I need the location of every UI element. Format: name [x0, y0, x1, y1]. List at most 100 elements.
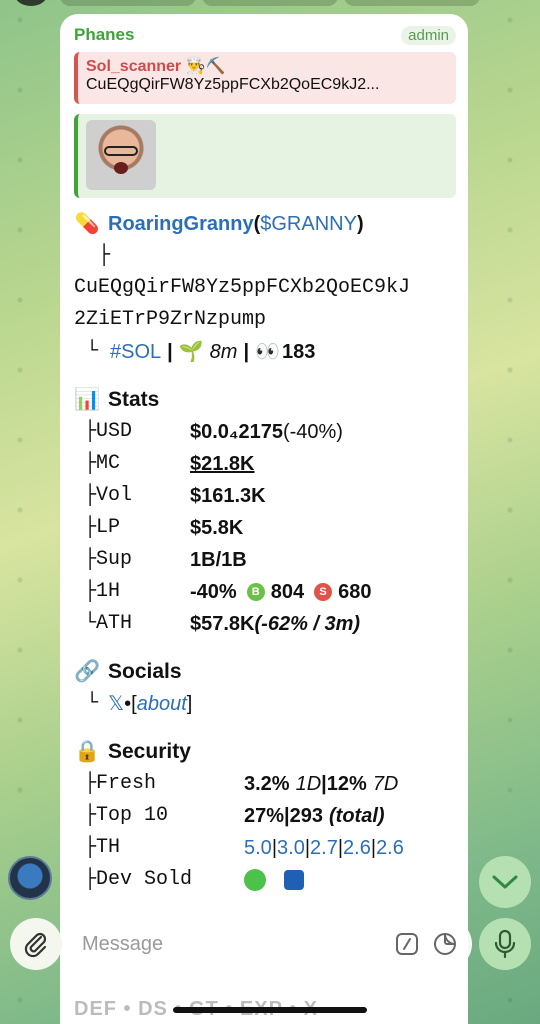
- stat-row-lp: ├LP $5.8K: [74, 512, 456, 544]
- security-title: Security: [108, 740, 191, 763]
- paperclip-icon: [24, 932, 47, 958]
- message-header: Phanes admin: [74, 24, 456, 46]
- reply-text: CuEQgQirFW8Yz5ppFCXb2QoEC9kJ2...: [86, 76, 380, 93]
- stat-label: ├Sup: [84, 548, 133, 571]
- security-heading: 🔒 Security: [74, 736, 456, 768]
- stat-extra: (-62% / 3m): [254, 613, 361, 635]
- fresh-1d-value: 3.2%: [244, 773, 290, 795]
- token-avatar-image[interactable]: [86, 120, 156, 190]
- stats-heading: 📊 Stats: [74, 384, 456, 416]
- bullet: •: [124, 693, 132, 715]
- socials-title: Socials: [108, 660, 182, 683]
- stat-value: 1B/1B: [190, 549, 247, 571]
- message-input[interactable]: Message: [68, 918, 472, 970]
- stat-value: $57.8K: [190, 613, 255, 635]
- sell-count: 680: [338, 581, 372, 603]
- stat-label: └ATH: [84, 612, 133, 635]
- stat-label: ├MC: [84, 452, 121, 475]
- token-name-link[interactable]: RoaringGranny: [108, 208, 254, 240]
- tree-glyph: └: [86, 692, 99, 715]
- token-age: 8m: [209, 341, 238, 363]
- sell-badge-icon: S: [314, 583, 333, 601]
- message-bubble: Phanes admin Sol_scanner 👨‍🍳⛏️ CuEQgQirF…: [60, 14, 468, 1024]
- ticker-close: ): [356, 213, 364, 235]
- stat-label: ├Vol: [84, 484, 133, 507]
- eyes-icon: 👀: [255, 341, 280, 363]
- seedling-icon: 🌱: [178, 341, 204, 363]
- previous-message-buttons: [60, 0, 480, 6]
- stat-row-mc: ├MC $21.8K: [74, 448, 456, 480]
- message-body: 💊 RoaringGranny ( $GRANNY ) ├ CuEQgQirFW…: [74, 208, 456, 896]
- stat-row-usd: ├USD $0.0₄2175 (-40%): [74, 416, 456, 448]
- th-link[interactable]: 2.6: [343, 832, 371, 864]
- chain-hashtag[interactable]: #SOL: [110, 336, 161, 368]
- stat-label: ├USD: [84, 420, 133, 443]
- security-row-top10: ├Top 10 27% | 293 (total): [74, 800, 456, 832]
- x-link-icon[interactable]: 𝕏: [108, 688, 124, 720]
- view-count: 183: [281, 341, 316, 363]
- th-link[interactable]: 2.6: [376, 832, 404, 864]
- bar-chart-icon: 📊: [74, 388, 101, 411]
- ticker-open: (: [253, 213, 261, 235]
- separator: |: [243, 341, 250, 363]
- about-link[interactable]: about: [137, 688, 187, 720]
- tree-glyph: └: [86, 340, 99, 363]
- fresh-1d-period: 1D: [295, 773, 322, 795]
- token-meta-row: └ #SOL | 🌱 8m | 👀 183: [74, 336, 456, 368]
- fresh-7d-value: 12%: [326, 773, 367, 795]
- security-label: ├Fresh: [84, 772, 157, 795]
- th-link[interactable]: 3.0: [277, 832, 305, 864]
- link-icon: 🔗: [74, 660, 101, 683]
- attach-button[interactable]: [10, 918, 62, 970]
- bot-avatar[interactable]: [8, 856, 52, 900]
- voice-message-button[interactable]: [479, 918, 531, 970]
- bracket: ]: [186, 693, 193, 715]
- stat-row-vol: ├Vol $161.3K: [74, 480, 456, 512]
- separator: |: [167, 341, 173, 363]
- security-label: ├Dev Sold: [84, 868, 193, 891]
- scroll-down-button[interactable]: [479, 856, 531, 908]
- token-title-row: 💊 RoaringGranny ( $GRANNY ): [74, 208, 456, 240]
- sender-name[interactable]: Phanes: [74, 25, 134, 45]
- tree-glyph: ├: [98, 244, 111, 267]
- stat-value: $21.8K: [190, 453, 255, 475]
- security-label: ├Top 10: [84, 804, 169, 827]
- security-row-th: ├TH 5.0 | 3.0 | 2.7 | 2.6 | 2.6: [74, 832, 456, 864]
- parking-icon: [284, 870, 304, 890]
- top10-percent: 27%: [244, 805, 285, 827]
- reply-quote[interactable]: Sol_scanner 👨‍🍳⛏️ CuEQgQirFW8Yz5ppFCXb2Q…: [74, 52, 456, 104]
- stat-value: $5.8K: [190, 517, 244, 539]
- socials-row: └ 𝕏 • [ about ]: [74, 688, 456, 720]
- lock-icon: 🔒: [74, 740, 101, 763]
- contract-address-line-2[interactable]: 2ZiETrP9ZrNzpump: [74, 304, 456, 336]
- stat-value: -40%: [190, 581, 237, 603]
- th-link[interactable]: 2.7: [310, 832, 338, 864]
- message-placeholder: Message: [82, 932, 164, 955]
- stat-value: $161.3K: [190, 485, 266, 507]
- tree-branch-row: ├: [74, 240, 456, 272]
- fresh-7d-period: 7D: [372, 773, 399, 795]
- buy-badge-icon: B: [246, 583, 265, 601]
- stat-value: $0.0₄2175: [190, 421, 283, 443]
- holders-note: (total): [329, 805, 385, 827]
- stat-row-1h: ├1H -40% B 804 S 680: [74, 576, 456, 608]
- sticker-icon[interactable]: [432, 931, 458, 957]
- stats-title: Stats: [108, 388, 160, 411]
- green-circle-icon: [244, 869, 266, 891]
- ticker-link[interactable]: $GRANNY: [260, 208, 357, 240]
- chevron-down-icon: [492, 875, 518, 889]
- reply-author: Sol_scanner 👨‍🍳⛏️: [86, 58, 226, 75]
- slash-command-icon[interactable]: [394, 931, 420, 957]
- th-link[interactable]: 5.0: [244, 832, 272, 864]
- admin-badge: admin: [401, 25, 456, 45]
- stat-row-ath: └ATH $57.8K (-62% / 3m): [74, 608, 456, 640]
- microphone-icon: [494, 929, 516, 959]
- home-indicator: [173, 1007, 367, 1013]
- stat-label: ├LP: [84, 516, 121, 539]
- token-image-preview[interactable]: [74, 114, 456, 198]
- buy-count: 804: [270, 581, 305, 603]
- stat-extra: (-40%): [282, 421, 343, 443]
- security-row-fresh: ├Fresh 3.2% 1D | 12% 7D: [74, 768, 456, 800]
- socials-heading: 🔗 Socials: [74, 656, 456, 688]
- contract-address-line-1[interactable]: CuEQgQirFW8Yz5ppFCXb2QoEC9kJ: [74, 272, 456, 304]
